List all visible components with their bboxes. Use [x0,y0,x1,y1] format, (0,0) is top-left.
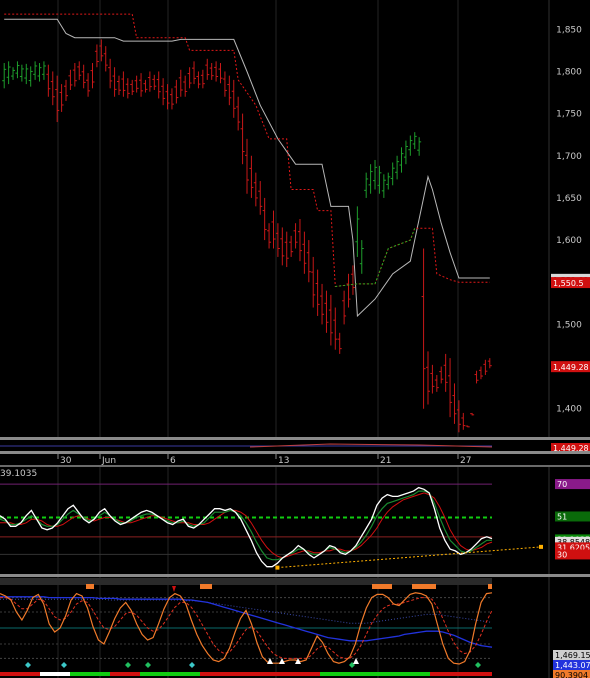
price-tick-label: 1,650 [556,194,582,204]
panel-divider-2[interactable] [0,451,590,454]
price-tag-text: 1,449.28 [553,363,589,372]
level-51-tag: 51 [557,512,567,521]
cycle-top-band [0,578,492,585]
price-tick-label: 1,750 [556,110,582,120]
level-70-tag: 70 [557,480,567,489]
cycle-state-band [370,672,430,676]
panel-divider-1[interactable] [0,437,590,440]
price-tag-text: 1,550.5 [553,279,584,288]
cycle-state-band [250,672,320,676]
price-tick-label: 1,700 [556,152,582,162]
cycle-signal-block [372,584,392,589]
trendline-anchor-start [275,565,280,570]
trendline-anchor-end [539,544,543,549]
date-label: 13 [278,456,289,466]
cycle-state-band [70,672,110,676]
cycle-state-band [430,672,492,676]
cycle-state-band [110,672,140,676]
cycle-state-band [140,672,200,676]
date-label: 27 [460,456,471,466]
price-tick-label: 1,400 [556,405,582,415]
cycle-tag-text: 1,469.15 [555,651,590,660]
price-tick-label: 1,600 [556,236,582,246]
price-tick-label: 1,850 [556,25,582,35]
date-label: 21 [380,456,391,466]
panel-divider-4[interactable] [0,574,590,577]
cycle-tag-text: 1,443.07 [555,661,590,670]
cycle-state-band [320,672,370,676]
cycle-signal-block [488,584,492,589]
level-30-tag: 30 [557,550,567,559]
price-tick-label: 1,500 [556,320,582,330]
date-label: 6 [170,456,176,466]
cycle-signal-block [86,584,94,589]
date-label: 30 [60,456,72,466]
panel-divider-3[interactable] [0,465,590,467]
cycle-state-band [0,672,40,676]
cycle-signal-block [412,584,436,589]
cycle-tag-text: 90.3904 [555,671,588,678]
cycle-state-band [40,672,70,676]
trading-chart[interactable]: 1,4001,4501,5001,5501,6001,6501,7001,750… [0,0,590,678]
date-label: Jun [101,456,116,466]
price-tick-label: 1,800 [556,67,582,77]
cycle-state-band [200,672,250,676]
oscillator-top-value: 39.1035 [0,469,37,479]
cycle-signal-block [200,584,212,589]
